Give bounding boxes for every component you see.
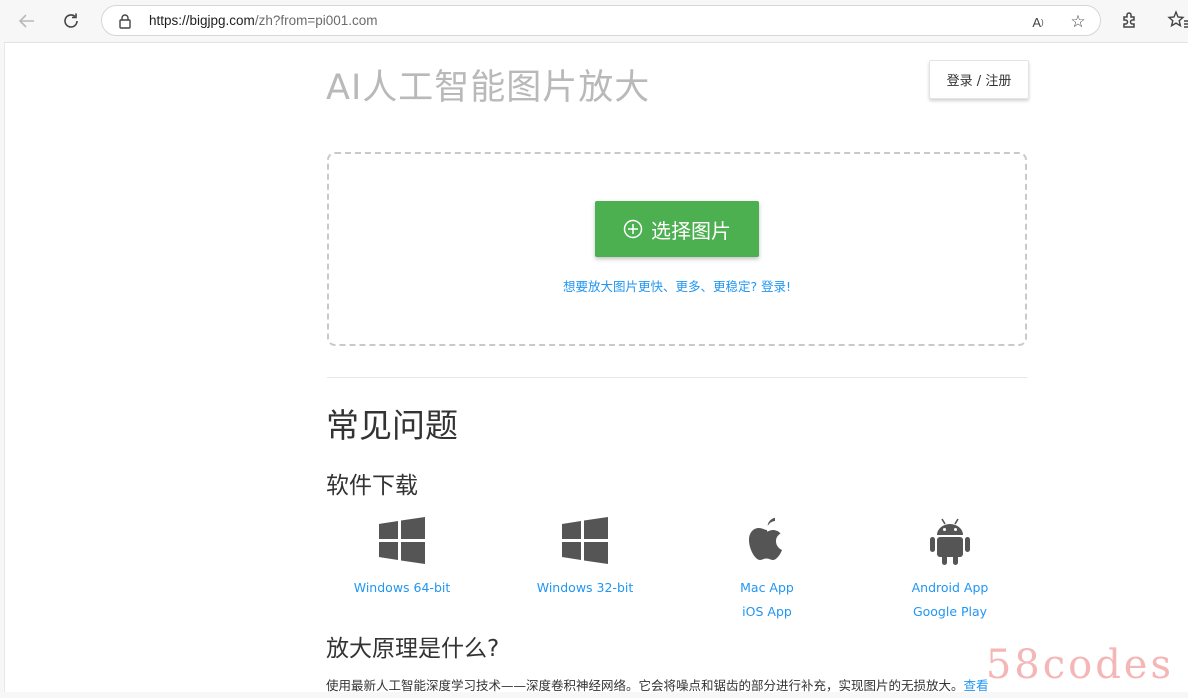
lock-icon [119,14,131,29]
back-button[interactable] [12,6,42,36]
windows-64-link[interactable]: Windows 64-bit [317,576,487,600]
back-icon [18,14,34,28]
principle-body: 使用最新人工智能深度学习技术——深度卷积神经网络。它会将噪点和锯齿的部分进行补充… [326,678,964,692]
faq-heading: 常见问题 [326,406,458,445]
login-register-button[interactable]: 登录 / 注册 [929,60,1029,99]
android-app-link[interactable]: Android App [865,576,1035,600]
url-text: https://bigjpg.com/zh?from=pi001.com [149,13,378,28]
windows-icon [379,517,425,564]
url-host: https://bigjpg.com [149,13,255,28]
page-content: AI人工智能图片放大 登录 / 注册 选择图片 想要放大图片更快、更多、更稳定?… [4,42,1188,692]
upload-dropzone[interactable]: 选择图片 想要放大图片更快、更多、更稳定? 登录! [327,152,1027,346]
windows-icon [562,517,608,564]
windows-32-link[interactable]: Windows 32-bit [500,576,670,600]
favorites-icon[interactable] [1167,9,1188,31]
extensions-icon[interactable] [1119,9,1141,31]
divider [327,377,1027,378]
reload-button[interactable] [56,6,86,36]
url-path: /zh?from=pi001.com [254,13,378,28]
read-more-link[interactable]: 查看 [964,678,989,692]
page-title: AI人工智能图片放大 [326,68,651,108]
plus-circle-icon [623,219,643,239]
apple-icon [749,517,782,560]
android-icon [930,518,970,565]
read-aloud-icon[interactable]: A) [1028,12,1048,32]
mac-app-link[interactable]: Mac App [682,576,852,600]
select-image-button[interactable]: 选择图片 [595,201,759,257]
principle-heading: 放大原理是什么? [326,636,500,662]
watermark: 58codes [985,642,1174,688]
download-apple: Mac App iOS App [682,513,852,624]
address-bar[interactable]: https://bigjpg.com/zh?from=pi001.com A) … [101,5,1101,36]
download-android: Android App Google Play [865,513,1035,624]
google-play-link[interactable]: Google Play [865,600,1035,624]
read-aloud-label: A [1032,14,1041,30]
download-windows-64: Windows 64-bit [317,513,487,600]
reload-icon [64,13,78,28]
download-heading: 软件下载 [326,473,418,499]
download-windows-32: Windows 32-bit [500,513,670,600]
star-icon[interactable]: ☆ [1068,12,1088,32]
browser-toolbar: https://bigjpg.com/zh?from=pi001.com A) … [0,0,1188,42]
principle-text: 使用最新人工智能深度学习技术——深度卷积神经网络。它会将噪点和锯齿的部分进行补充… [326,675,989,692]
select-image-label: 选择图片 [651,218,731,243]
ios-app-link[interactable]: iOS App [682,600,852,624]
login-hint-link[interactable]: 想要放大图片更快、更多、更稳定? 登录! [329,276,1025,295]
